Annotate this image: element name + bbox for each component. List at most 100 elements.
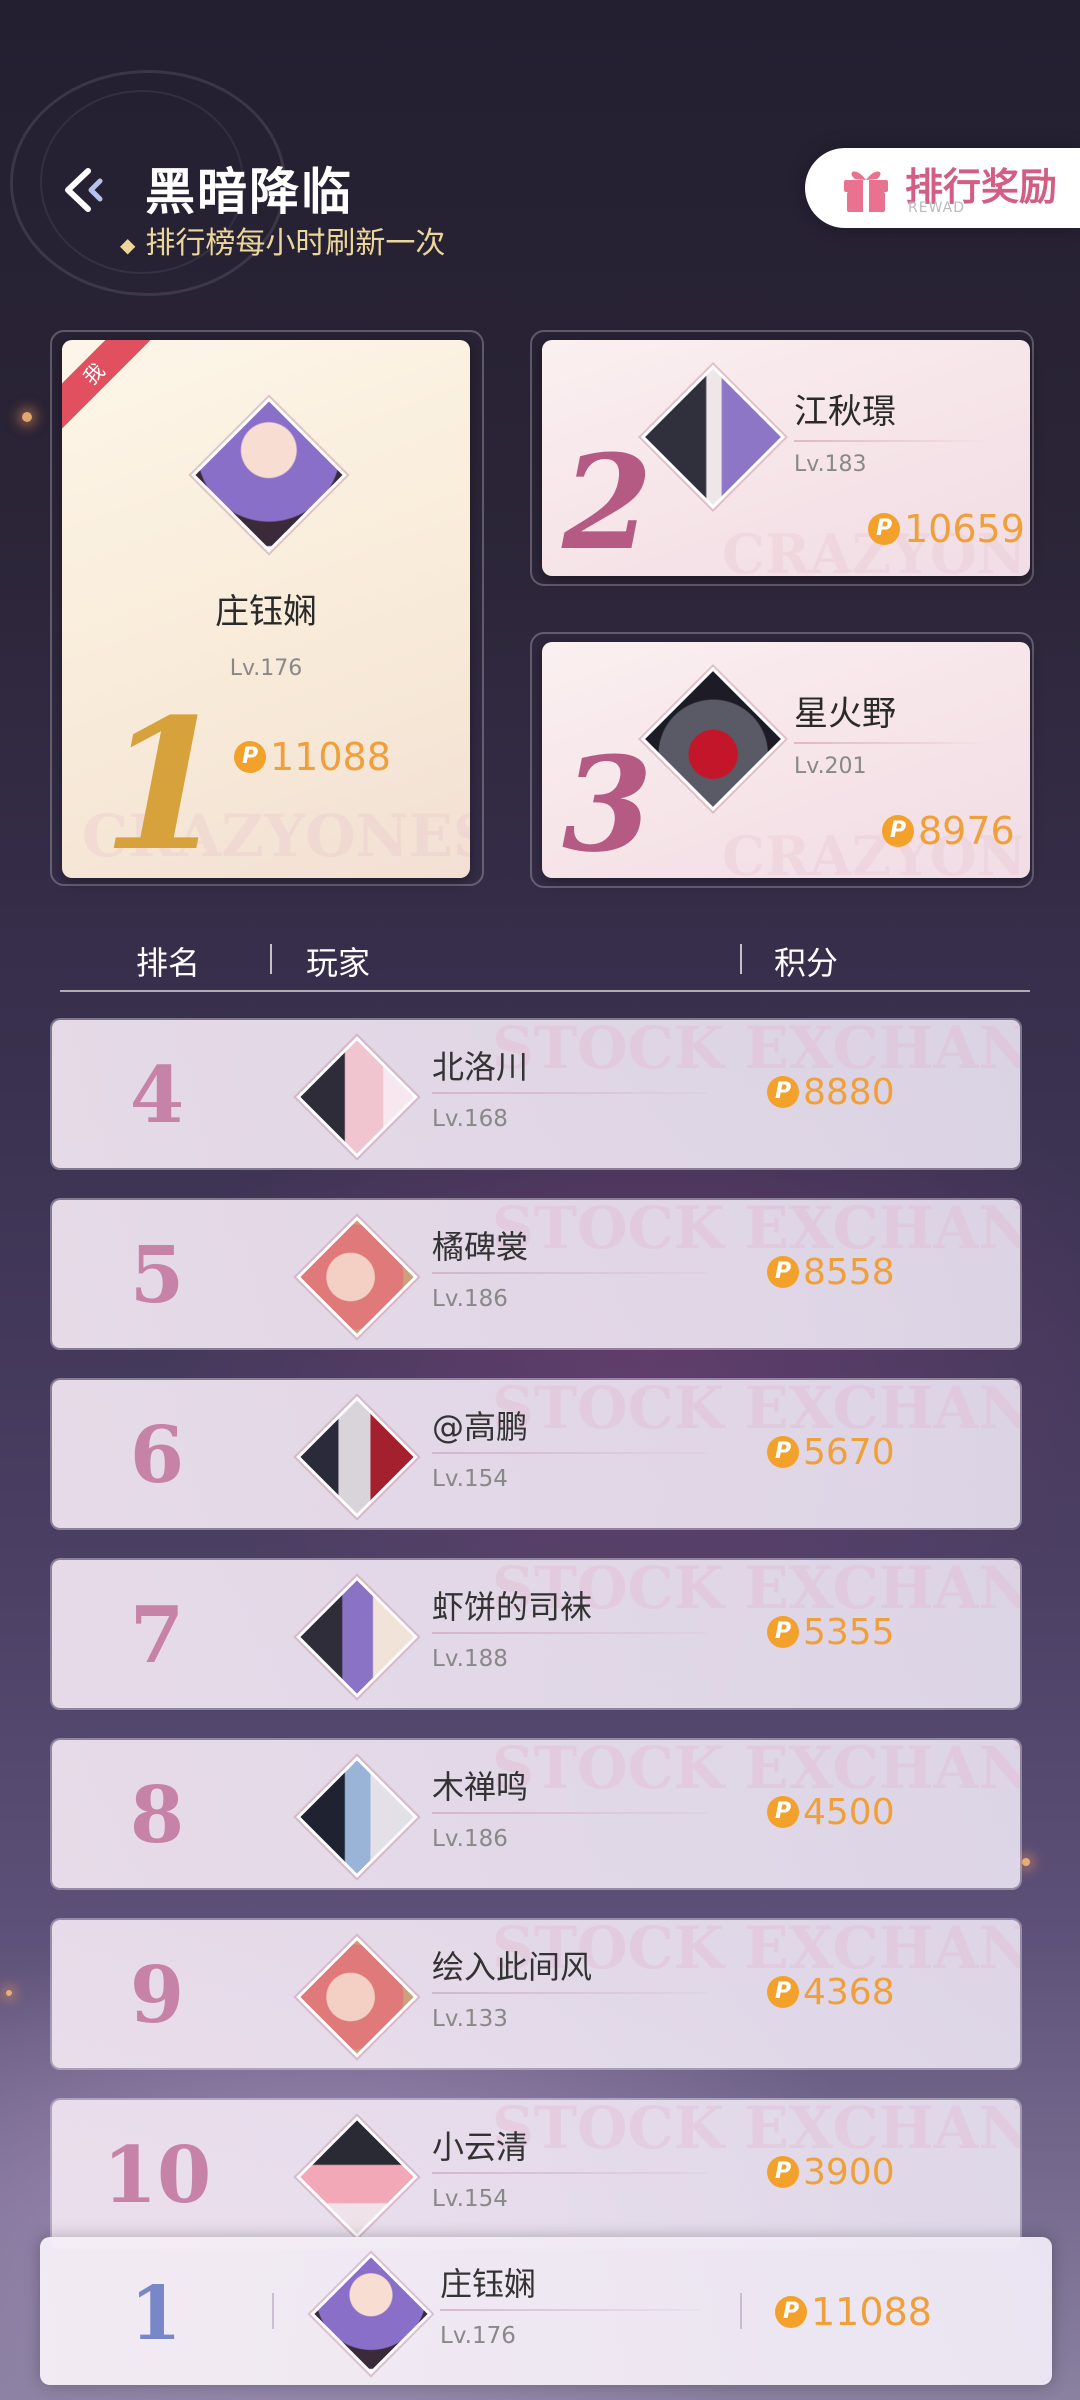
column-divider <box>740 2293 742 2329</box>
player-name: 橘碑裳 <box>432 1228 529 1266</box>
ranking-row[interactable]: STOCK EXCHANGE 7 虾饼的司袜 Lv.188 P5355 <box>52 1560 1020 1708</box>
points-coin-icon: P <box>868 512 900 545</box>
column-header-rank: 排名 <box>136 944 201 982</box>
header-divider <box>60 990 1030 992</box>
podium-card-rank-3[interactable]: CRAZYONES 星火野 Lv.201 3 P8976 <box>542 642 1030 888</box>
page-title: 黑暗降临 <box>145 163 353 221</box>
ranking-row[interactable]: STOCK EXCHANGE 4 北洛川 Lv.168 P8880 <box>52 1020 1020 1168</box>
rank-number: 1 <box>102 680 228 891</box>
avatar <box>296 1576 418 1698</box>
player-name: 庄钰娴 <box>215 592 317 632</box>
my-rank-bar[interactable]: 1 庄钰娴 Lv.176 P 11088 <box>40 2237 1052 2385</box>
avatar <box>296 1216 418 1338</box>
player-level: Lv.154 <box>432 2186 508 2212</box>
points-coin-icon: P <box>767 1976 799 2008</box>
back-button[interactable] <box>58 165 108 215</box>
ranking-row[interactable]: STOCK EXCHANGE 6 @高鹏 Lv.154 P5670 <box>52 1380 1020 1528</box>
points-coin-icon: P <box>767 2156 799 2188</box>
column-header-player: 玩家 <box>306 944 371 982</box>
ranking-row[interactable]: STOCK EXCHANGE 5 橘碑裳 Lv.186 P8558 <box>52 1200 1020 1348</box>
divider <box>794 742 994 744</box>
rank-number: 8 <box>129 1770 185 1861</box>
subtitle-text: 排行榜每小时刷新一次 <box>145 226 446 261</box>
player-score: P 3900 <box>767 2150 895 2193</box>
avatar <box>296 1036 418 1158</box>
player-name: 虾饼的司袜 <box>432 1588 593 1626</box>
column-divider <box>272 2293 274 2329</box>
player-level: Lv.176 <box>229 656 303 681</box>
rank-number: 6 <box>129 1410 185 1501</box>
player-name: 江秋璟 <box>794 392 896 432</box>
me-badge: 我 <box>62 340 152 430</box>
player-level: Lv.186 <box>432 1826 508 1852</box>
points-coin-icon: P <box>767 1616 799 1648</box>
points-coin-icon: P <box>775 2295 807 2328</box>
row-watermark: STOCK EXCHANGE <box>492 1020 1020 1082</box>
divider <box>432 1092 707 1094</box>
avatar <box>296 1396 418 1518</box>
player-score: P 11088 <box>775 2287 932 2334</box>
player-name: 木禅鸣 <box>432 1768 529 1806</box>
player-name: 庄钰娴 <box>440 2265 537 2303</box>
divider <box>432 1632 707 1634</box>
points-coin-icon: P <box>767 1076 799 1108</box>
ranking-row[interactable]: STOCK EXCHANGE 10 小云清 Lv.154 P3900 <box>52 2100 1020 2248</box>
avatar <box>191 397 347 553</box>
rank-number: 9 <box>129 1950 185 2041</box>
column-header-score: 积分 <box>774 944 839 982</box>
player-score: P 8976 <box>882 806 1015 853</box>
ranking-row[interactable]: STOCK EXCHANGE 9 绘入此间风 Lv.133 P4368 <box>52 1920 1020 2068</box>
sparkle-decoration <box>6 1990 12 1996</box>
row-watermark: STOCK EXCHANGE <box>492 1740 1020 1802</box>
player-level: Lv.188 <box>432 1646 508 1672</box>
divider <box>432 1992 707 1994</box>
player-score: P 5670 <box>767 1430 895 1473</box>
rank-number: 2 <box>562 426 653 579</box>
sparkle-decoration <box>22 412 32 422</box>
podium-card-rank-1[interactable]: CRAZYONES 我 庄钰娴 Lv.176 1 P 11088 <box>62 340 470 891</box>
ranking-row[interactable]: STOCK EXCHANGE 8 木禅鸣 Lv.186 P4500 <box>52 1740 1020 1888</box>
player-score: P 4368 <box>767 1970 895 2013</box>
points-coin-icon: P <box>234 740 266 773</box>
player-name: 小云清 <box>432 2128 529 2166</box>
player-score: P 8880 <box>767 1070 895 1113</box>
avatar <box>296 1756 418 1878</box>
row-watermark: STOCK EXCHANGE <box>492 1380 1020 1442</box>
player-name: 绘入此间风 <box>432 1948 593 1986</box>
divider <box>432 1812 707 1814</box>
player-score: P 4500 <box>767 1790 895 1833</box>
avatar <box>296 2116 418 2238</box>
rank-number: 7 <box>129 1590 185 1681</box>
points-coin-icon: P <box>882 814 914 847</box>
player-level: Lv.186 <box>432 1286 508 1312</box>
divider <box>440 2309 700 2311</box>
avatar <box>640 666 786 812</box>
page-subtitle: ◆ 排行榜每小时刷新一次 <box>120 218 445 262</box>
avatar <box>310 2253 432 2375</box>
gift-icon <box>844 171 888 212</box>
column-divider <box>270 944 272 974</box>
player-score: P 10659 <box>868 504 1025 551</box>
player-level: Lv.154 <box>432 1466 508 1492</box>
points-coin-icon: P <box>767 1256 799 1288</box>
ranking-reward-button[interactable]: 排行奖励 REWAD <box>805 148 1080 228</box>
divider <box>794 440 994 442</box>
rank-number: 3 <box>562 728 653 881</box>
player-score: P 11088 <box>234 732 391 779</box>
back-arrow-icon <box>65 168 103 212</box>
bullet-icon: ◆ <box>120 232 136 257</box>
player-level: Lv.133 <box>432 2006 508 2032</box>
player-name: @高鹏 <box>432 1408 529 1446</box>
player-level: Lv.201 <box>794 754 867 779</box>
avatar <box>640 364 786 510</box>
points-coin-icon: P <box>767 1796 799 1828</box>
player-score: P 8558 <box>767 1250 895 1293</box>
me-badge-label: 我 <box>62 340 152 430</box>
player-name: 星火野 <box>794 694 896 734</box>
divider <box>432 1272 707 1274</box>
player-name: 北洛川 <box>432 1048 529 1086</box>
row-watermark: STOCK EXCHANGE <box>492 2100 1020 2162</box>
my-rank-number: 1 <box>130 2271 182 2357</box>
column-divider <box>740 944 742 974</box>
podium-card-rank-2[interactable]: CRAZYONES 江秋璟 Lv.183 2 P10659 <box>542 340 1030 586</box>
